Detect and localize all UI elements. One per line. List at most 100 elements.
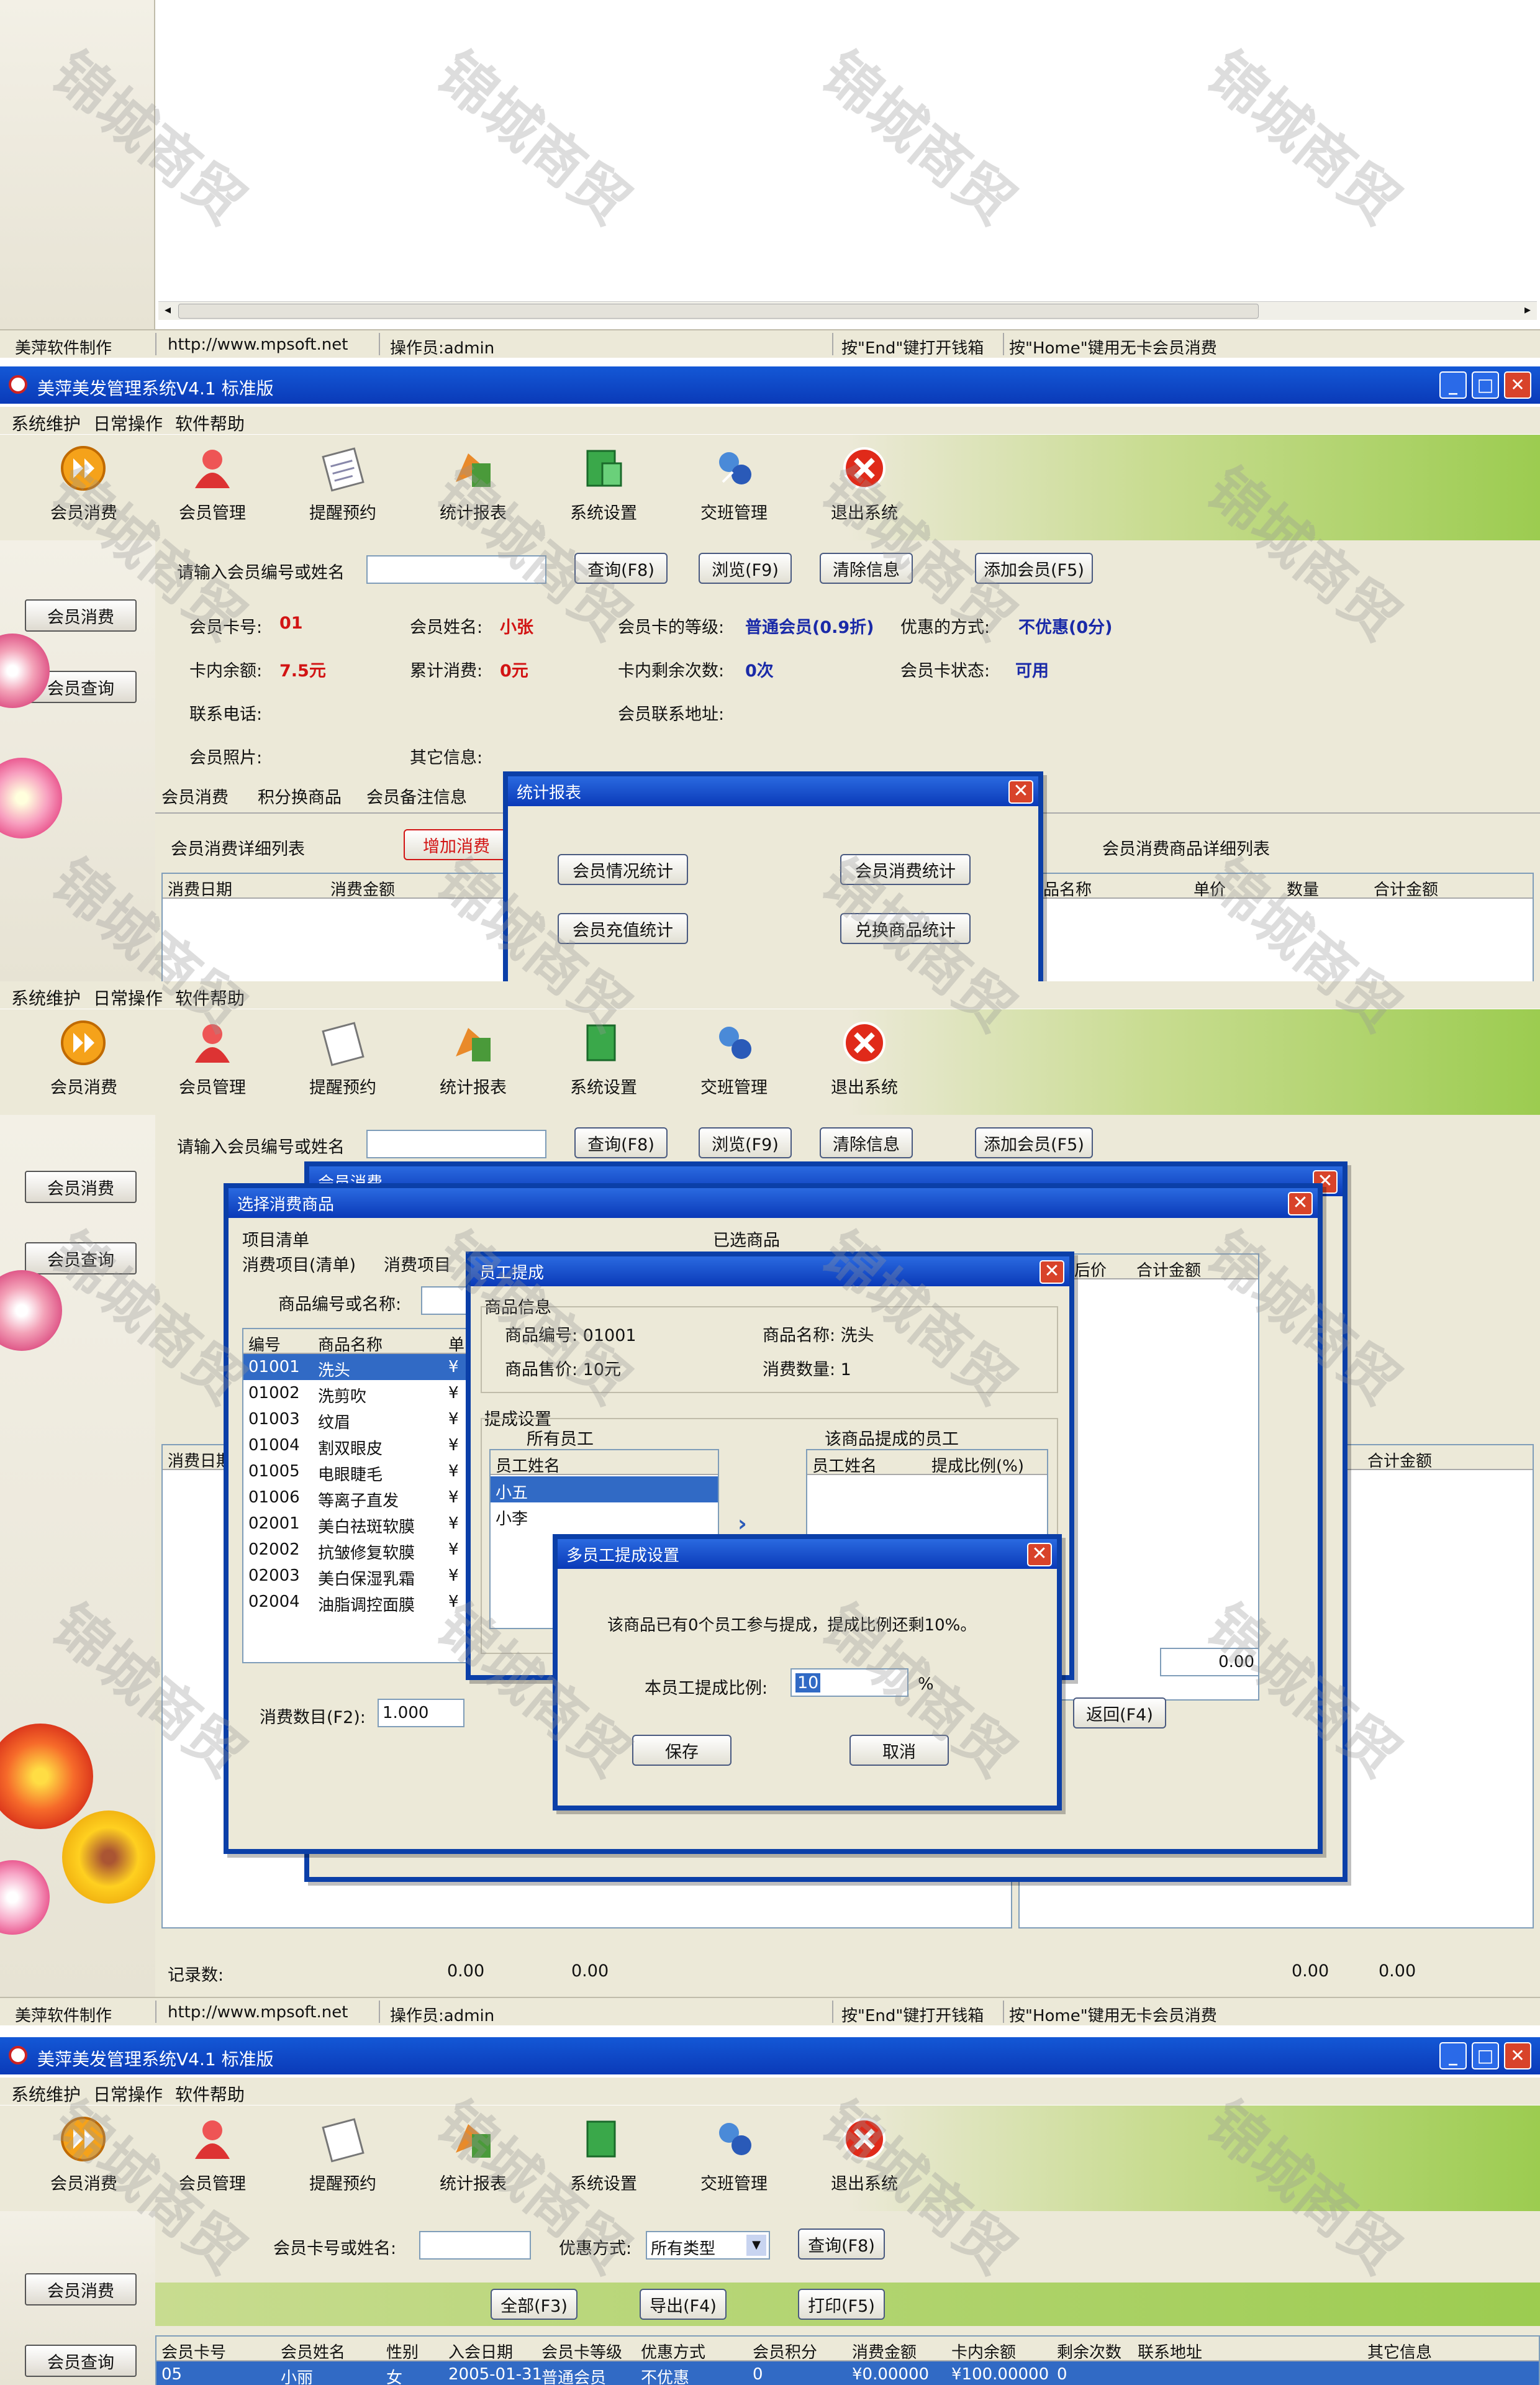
shift-icon[interactable] bbox=[707, 2112, 761, 2166]
query-discount-select[interactable]: 所有类型 ▼ bbox=[646, 2231, 770, 2260]
col-total[interactable]: 合计金额 bbox=[1136, 1258, 1201, 1281]
close-icon[interactable]: ✕ bbox=[1008, 780, 1033, 804]
goods-row[interactable]: 02002 抗皱修复软膜 ¥ bbox=[243, 1537, 477, 1563]
forward-icon[interactable] bbox=[56, 1015, 111, 1070]
toolbar-label-exit[interactable]: 退出系统 bbox=[815, 499, 914, 524]
close-icon[interactable]: ✕ bbox=[1040, 1260, 1064, 1284]
query-col-header[interactable]: 入会日期 bbox=[448, 2340, 513, 2363]
sidebar-consume-button[interactable]: 会员消费 bbox=[25, 2273, 137, 2306]
goods-row[interactable]: 01004 割双眼皮 ¥ bbox=[243, 1432, 477, 1458]
goods-row[interactable]: 01005 电眼睫毛 ¥ bbox=[243, 1458, 477, 1484]
col-unit-price[interactable]: 单价 bbox=[1194, 877, 1226, 900]
maximize-button[interactable]: □ bbox=[1472, 371, 1499, 399]
goods-row[interactable]: 01001 洗头 ¥ bbox=[243, 1354, 477, 1380]
goods-row[interactable]: 01006 等离子直发 ¥ bbox=[243, 1484, 477, 1510]
chevron-down-icon[interactable]: ▼ bbox=[746, 2235, 766, 2256]
query-col-header[interactable]: 会员姓名 bbox=[281, 2340, 345, 2363]
notepad-icon[interactable] bbox=[315, 1015, 370, 1070]
toolbar-label-consume[interactable]: 会员消费 bbox=[34, 2170, 134, 2194]
col-staff-name[interactable]: 员工姓名 bbox=[496, 1453, 560, 1476]
goods-list-grid[interactable]: 编号 商品名称 单 01001 洗头 ¥01002 洗剪吹 ¥01003 纹眉 ¥01004 割双… bbox=[242, 1328, 478, 1663]
menu-help[interactable]: 软件帮助 bbox=[175, 411, 245, 435]
goods-row[interactable]: 01003 纹眉 ¥ bbox=[243, 1406, 477, 1432]
toolbar-label-consume[interactable]: 会员消费 bbox=[34, 499, 134, 524]
exit-icon[interactable] bbox=[837, 1015, 892, 1070]
toolbar-label-exit[interactable]: 退出系统 bbox=[815, 1074, 914, 1098]
maximize-button[interactable]: □ bbox=[1472, 2042, 1499, 2069]
query-card-input[interactable] bbox=[419, 2231, 531, 2260]
member-icon[interactable] bbox=[185, 2112, 240, 2166]
menu-help[interactable]: 软件帮助 bbox=[175, 2081, 245, 2106]
shift-icon[interactable] bbox=[707, 441, 761, 496]
exit-icon[interactable] bbox=[837, 2112, 892, 2166]
sidebar-query-button[interactable]: 会员查询 bbox=[25, 1242, 137, 1274]
clear-button[interactable]: 清除信息 bbox=[820, 553, 913, 584]
export-button[interactable]: 导出(F4) bbox=[640, 2289, 727, 2320]
sidebar-consume-button[interactable]: 会员消费 bbox=[25, 1171, 137, 1203]
top-hscrollbar[interactable]: ◂ ▸ bbox=[158, 301, 1537, 320]
menu-daily[interactable]: 日常操作 bbox=[93, 985, 163, 1010]
close-icon[interactable]: ✕ bbox=[1027, 1543, 1052, 1566]
notepad-icon[interactable] bbox=[315, 441, 370, 496]
table-row[interactable]: 05 小丽 女 2005-01-31 普通会员 不优惠 0 ¥0.00000 ¥100.0000… bbox=[156, 2361, 1539, 2385]
toolbar-label-remind[interactable]: 提醒预约 bbox=[293, 2170, 392, 2194]
toolbar-label-remind[interactable]: 提醒预约 bbox=[293, 499, 392, 524]
notepad-icon[interactable] bbox=[315, 2112, 370, 2166]
member-consume-stats-button[interactable]: 会员消费统计 bbox=[840, 854, 971, 885]
minimize-button[interactable]: _ bbox=[1439, 371, 1467, 399]
search-input[interactable] bbox=[366, 555, 546, 584]
query-button[interactable]: 查询(F8) bbox=[798, 2228, 885, 2260]
query-col-header[interactable]: 卡内余额 bbox=[951, 2340, 1016, 2363]
tab-notes[interactable]: 会员备注信息 bbox=[366, 784, 467, 808]
staff-row-selected[interactable]: 小五 bbox=[491, 1476, 718, 1502]
add-member-button[interactable]: 添加会员(F5) bbox=[975, 1127, 1093, 1158]
settings-icon[interactable] bbox=[576, 2112, 631, 2166]
close-button[interactable]: ✕ bbox=[1504, 371, 1531, 399]
chart-icon[interactable] bbox=[446, 2112, 500, 2166]
browse-button[interactable]: 浏览(F9) bbox=[699, 1127, 792, 1158]
clear-button[interactable]: 清除信息 bbox=[820, 1127, 913, 1158]
close-button[interactable]: ✕ bbox=[1504, 2042, 1531, 2069]
scroll-right-icon[interactable]: ▸ bbox=[1518, 302, 1537, 320]
col-goods-name[interactable]: 品名称 bbox=[1043, 877, 1092, 900]
consume-detail-grid[interactable]: 消费日期 消费金额 bbox=[161, 873, 509, 984]
col-sum[interactable]: 合计金额 bbox=[1374, 877, 1438, 900]
tab-goods-list[interactable]: 消费项目(清单) bbox=[242, 1252, 356, 1276]
toolbar-label-shift[interactable]: 交班管理 bbox=[684, 2170, 784, 2194]
cancel-button[interactable]: 取消 bbox=[849, 1735, 949, 1766]
toolbar-label-stats[interactable]: 统计报表 bbox=[424, 1074, 523, 1098]
query-col-header[interactable]: 其它信息 bbox=[1367, 2340, 1432, 2363]
browse-button[interactable]: 浏览(F9) bbox=[699, 553, 792, 584]
toolbar-label-shift[interactable]: 交班管理 bbox=[684, 1074, 784, 1098]
search-input[interactable] bbox=[366, 1130, 546, 1158]
forward-icon[interactable] bbox=[56, 441, 111, 496]
col-amount[interactable]: 消费金额 bbox=[330, 877, 395, 900]
query-col-header[interactable]: 消费金额 bbox=[852, 2340, 917, 2363]
menu-daily[interactable]: 日常操作 bbox=[93, 2081, 163, 2106]
scroll-thumb[interactable] bbox=[178, 304, 1259, 319]
col-price[interactable]: 单 bbox=[448, 1332, 464, 1355]
chart-icon[interactable] bbox=[446, 1015, 500, 1070]
col-date[interactable]: 消费日期 bbox=[168, 1448, 232, 1471]
settings-icon[interactable] bbox=[576, 441, 631, 496]
menu-system[interactable]: 系统维护 bbox=[11, 2081, 81, 2106]
toolbar-label-member[interactable]: 会员管理 bbox=[163, 1074, 262, 1098]
query-col-header[interactable]: 优惠方式 bbox=[641, 2340, 705, 2363]
shift-icon[interactable] bbox=[707, 1015, 761, 1070]
member-recharge-stats-button[interactable]: 会员充值统计 bbox=[558, 913, 688, 944]
goods-detail-grid[interactable]: 品名称 单价 数量 合计金额 bbox=[1037, 873, 1534, 984]
toolbar-label-member[interactable]: 会员管理 bbox=[163, 499, 262, 524]
toolbar-label-stats[interactable]: 统计报表 bbox=[424, 2170, 523, 2194]
arrow-right-icon[interactable]: › bbox=[738, 1511, 747, 1537]
print-button[interactable]: 打印(F5) bbox=[798, 2289, 885, 2320]
add-member-button[interactable]: 添加会员(F5) bbox=[975, 553, 1093, 584]
exchange-goods-stats-button[interactable]: 兑换商品统计 bbox=[840, 913, 971, 944]
menu-system[interactable]: 系统维护 bbox=[11, 985, 81, 1010]
toolbar-label-settings[interactable]: 系统设置 bbox=[554, 2170, 653, 2194]
member-icon[interactable] bbox=[185, 441, 240, 496]
chart-icon[interactable] bbox=[446, 441, 500, 496]
sidebar-query-button[interactable]: 会员查询 bbox=[25, 2345, 137, 2377]
query-col-header[interactable]: 会员积分 bbox=[753, 2340, 817, 2363]
toolbar-label-settings[interactable]: 系统设置 bbox=[554, 499, 653, 524]
menu-system[interactable]: 系统维护 bbox=[11, 411, 81, 435]
